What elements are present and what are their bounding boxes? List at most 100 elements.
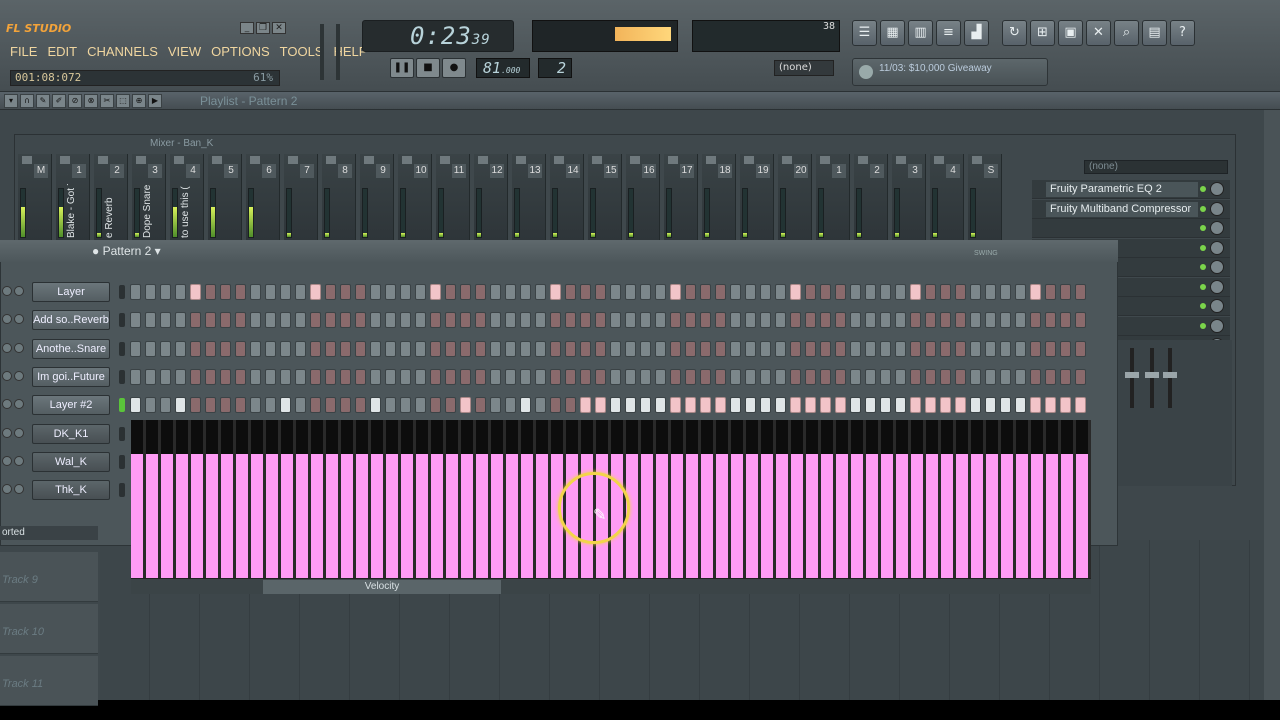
step-button[interactable] <box>220 368 231 385</box>
step-button[interactable] <box>985 368 996 385</box>
step-button[interactable] <box>160 312 171 329</box>
brush-icon[interactable]: ✐ <box>52 94 66 108</box>
strip-mute[interactable] <box>98 156 108 164</box>
step-button[interactable] <box>325 368 336 385</box>
step-button[interactable] <box>430 397 441 414</box>
step-button[interactable] <box>1060 340 1071 357</box>
step-button[interactable] <box>985 284 996 300</box>
menu-file[interactable]: FILE <box>10 44 37 64</box>
help-icon[interactable]: ? <box>1170 20 1195 46</box>
step-button[interactable] <box>160 284 171 300</box>
step-button[interactable] <box>355 284 366 300</box>
strip-mute[interactable] <box>478 156 488 164</box>
velocity-scrollbar[interactable]: Velocity <box>131 578 1091 594</box>
step-button[interactable] <box>130 368 141 385</box>
strip-mute[interactable] <box>212 156 222 164</box>
step-button[interactable] <box>340 312 351 329</box>
step-button[interactable] <box>670 397 681 414</box>
step-button[interactable] <box>175 397 186 414</box>
menu-arrow-icon[interactable]: ▾ <box>4 94 18 108</box>
step-button[interactable] <box>460 368 471 385</box>
strip-mute[interactable] <box>896 156 906 164</box>
strip-mute[interactable] <box>820 156 830 164</box>
step-button[interactable] <box>310 284 321 300</box>
pattern-number[interactable]: 2 <box>538 58 572 78</box>
step-button[interactable] <box>205 312 216 329</box>
step-button[interactable] <box>415 340 426 357</box>
channel-select[interactable] <box>119 313 125 328</box>
channel-pan-knob[interactable] <box>14 342 24 353</box>
step-button[interactable] <box>970 397 981 414</box>
step-button[interactable] <box>655 340 666 357</box>
mixer-strip[interactable]: 3 Dope Snare <box>132 154 166 240</box>
fx-mix-knob[interactable] <box>1210 299 1224 313</box>
step-button[interactable] <box>445 284 456 300</box>
step-button[interactable] <box>895 368 906 385</box>
step-button[interactable] <box>550 368 561 385</box>
strip-mute[interactable] <box>668 156 678 164</box>
step-button[interactable] <box>850 340 861 357</box>
step-button[interactable] <box>1045 368 1056 385</box>
step-button[interactable] <box>880 340 891 357</box>
step-button[interactable] <box>535 340 546 357</box>
step-button[interactable] <box>895 284 906 300</box>
fx-enable-led[interactable] <box>1200 244 1206 251</box>
step-button[interactable] <box>760 397 771 414</box>
step-button[interactable] <box>565 397 576 414</box>
step-button[interactable] <box>685 340 696 357</box>
fx-slot-name[interactable]: Fruity Multiband Compressor <box>1046 201 1198 217</box>
step-button[interactable] <box>190 397 201 414</box>
step-button[interactable] <box>610 312 621 329</box>
step-button[interactable] <box>310 368 321 385</box>
channel-button[interactable]: Wal_K <box>32 451 110 472</box>
velocity-scroll-thumb[interactable]: Velocity <box>263 580 501 594</box>
strip-mute[interactable] <box>934 156 944 164</box>
step-button[interactable] <box>580 340 591 357</box>
step-button[interactable] <box>505 284 516 300</box>
step-button[interactable] <box>325 312 336 329</box>
master-sliders[interactable] <box>316 20 350 86</box>
menu-channels[interactable]: CHANNELS <box>87 44 158 64</box>
fx-enable-led[interactable] <box>1200 303 1206 309</box>
refresh-icon[interactable]: ↻ <box>1002 20 1027 46</box>
step-button[interactable] <box>805 340 816 357</box>
strip-mute[interactable] <box>516 156 526 164</box>
step-button[interactable] <box>730 397 741 414</box>
step-button[interactable] <box>790 312 801 329</box>
menu-options[interactable]: OPTIONS <box>211 44 270 64</box>
step-button[interactable] <box>370 312 381 329</box>
step-button[interactable] <box>1030 397 1041 414</box>
step-button[interactable] <box>400 397 411 414</box>
step-button[interactable] <box>250 368 261 385</box>
step-button[interactable] <box>190 284 201 300</box>
step-button[interactable] <box>940 312 951 329</box>
step-button[interactable] <box>790 368 801 385</box>
step-button[interactable] <box>835 368 846 385</box>
step-button[interactable] <box>205 368 216 385</box>
fx-slot[interactable] <box>1032 219 1230 238</box>
step-button[interactable] <box>280 340 291 357</box>
step-button[interactable] <box>610 368 621 385</box>
mixer-strip[interactable]: 17 <box>664 154 698 240</box>
save-icon[interactable]: ▣ <box>1058 20 1083 46</box>
strip-mute[interactable] <box>136 156 146 164</box>
browser-icon[interactable]: ≡ <box>936 20 961 46</box>
mixer-strip[interactable]: M <box>18 154 52 240</box>
mixer-strip[interactable]: 5 <box>208 154 242 240</box>
step-button[interactable] <box>400 284 411 300</box>
step-button[interactable] <box>925 368 936 385</box>
menu-view[interactable]: VIEW <box>168 44 201 64</box>
step-button[interactable] <box>445 340 456 357</box>
step-button[interactable] <box>925 312 936 329</box>
step-button[interactable] <box>235 284 246 300</box>
step-button[interactable] <box>865 368 876 385</box>
step-button[interactable] <box>205 397 216 414</box>
step-button[interactable] <box>610 397 621 414</box>
tempo-display[interactable]: 81.000 <box>476 58 530 78</box>
step-button[interactable] <box>175 312 186 329</box>
play-icon[interactable]: ▶ <box>148 94 162 108</box>
fx-mix-knob[interactable] <box>1210 279 1224 294</box>
step-button[interactable] <box>595 368 606 385</box>
step-button[interactable] <box>520 312 531 329</box>
step-button[interactable] <box>625 312 636 329</box>
